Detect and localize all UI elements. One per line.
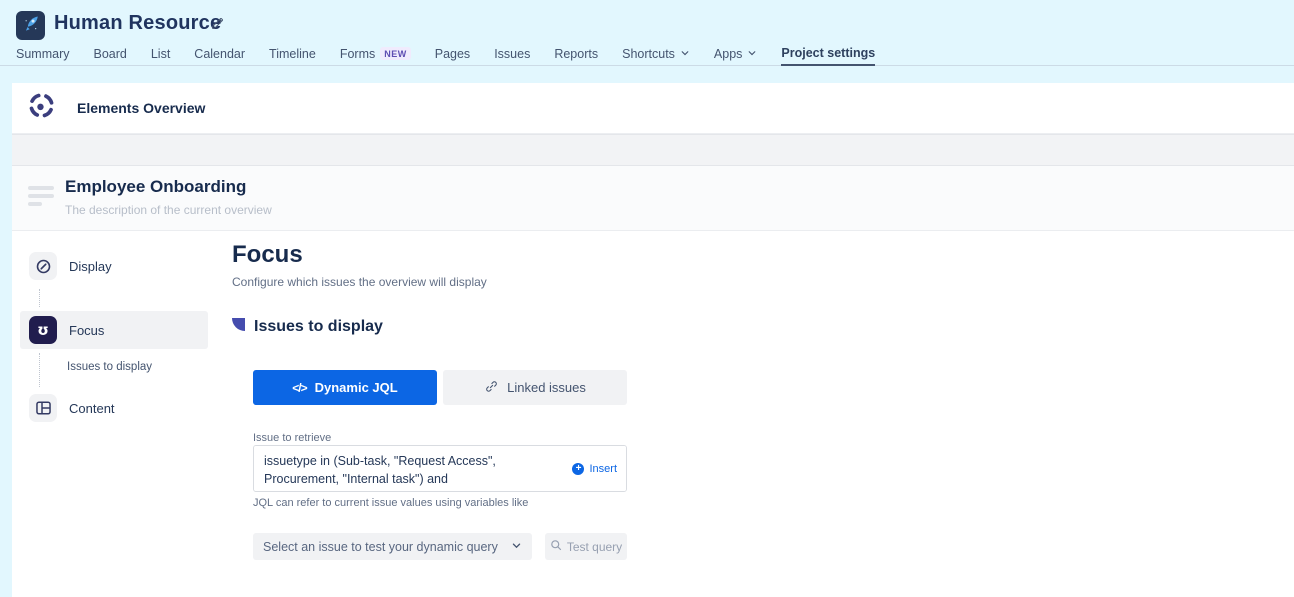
chevron-down-icon: [680, 47, 690, 61]
tab-apps[interactable]: Apps: [714, 41, 758, 66]
app-title: Elements Overview: [77, 100, 205, 116]
select-placeholder: Select an issue to test your dynamic que…: [263, 540, 511, 554]
section-title: Issues to display: [254, 318, 383, 336]
tab-label: Project settings: [781, 46, 875, 60]
app-header-row: Elements Overview: [12, 83, 1294, 134]
tab-forms[interactable]: Forms NEW: [340, 41, 411, 66]
overview-header-band: [12, 166, 1294, 231]
tab-reports[interactable]: Reports: [554, 41, 598, 66]
tab-pages[interactable]: Pages: [435, 41, 470, 66]
tab-list[interactable]: List: [151, 41, 170, 66]
page-left-strip: [0, 83, 12, 597]
tab-label: Board: [93, 47, 126, 61]
sidebar-subitem-issues-to-display[interactable]: Issues to display: [67, 361, 152, 373]
display-icon: [29, 252, 57, 280]
project-nav: Summary Board List Calendar Timeline For…: [0, 41, 1294, 66]
tab-label: Calendar: [194, 47, 245, 61]
insert-variable-button[interactable]: + Insert: [572, 463, 617, 475]
tab-label: Shortcuts: [622, 47, 675, 61]
tab-project-settings[interactable]: Project settings: [781, 41, 875, 66]
insert-label: Insert: [589, 463, 617, 475]
edit-project-icon[interactable]: [210, 17, 224, 36]
sidebar-connector: [39, 353, 40, 387]
test-issue-select[interactable]: Select an issue to test your dynamic que…: [253, 533, 532, 560]
rocket-icon: [21, 14, 40, 38]
focus-icon: ʊ: [29, 316, 57, 344]
test-query-label: Test query: [567, 540, 622, 554]
tab-label: Pages: [435, 47, 470, 61]
source-tab-group: </> Dynamic JQL Linked issues: [253, 370, 627, 405]
new-badge: NEW: [380, 47, 411, 60]
tab-label: Apps: [714, 47, 743, 61]
tab-label: Summary: [16, 47, 69, 61]
chevron-down-icon: [747, 47, 757, 61]
jql-field-label: Issue to retrieve: [253, 432, 331, 444]
tab-label: List: [151, 47, 170, 61]
tab-board[interactable]: Board: [93, 41, 126, 66]
tab-label: Linked issues: [507, 380, 586, 395]
project-title: Human Resource: [54, 12, 221, 35]
tab-summary[interactable]: Summary: [16, 41, 69, 66]
sidebar-item-focus[interactable]: ʊ Focus: [20, 311, 208, 349]
content-layout-icon: [29, 394, 57, 422]
code-icon: </>: [292, 381, 306, 395]
sidebar-item-content[interactable]: Content: [20, 389, 208, 427]
plus-circle-icon: +: [572, 463, 584, 475]
project-avatar[interactable]: [16, 11, 45, 40]
tab-label: Issues: [494, 47, 530, 61]
tab-linked-issues[interactable]: Linked issues: [443, 370, 627, 405]
elements-overview-icon: [28, 92, 55, 124]
tab-dynamic-jql[interactable]: </> Dynamic JQL: [253, 370, 437, 405]
tab-label: Timeline: [269, 47, 316, 61]
sidebar-connector: [39, 289, 40, 307]
tab-label: Dynamic JQL: [315, 380, 398, 395]
sidebar-item-label: Focus: [69, 323, 104, 338]
tab-timeline[interactable]: Timeline: [269, 41, 316, 66]
page-title: Focus: [232, 241, 303, 269]
sidebar-item-label: Display: [69, 259, 112, 274]
tab-issues[interactable]: Issues: [494, 41, 530, 66]
sidebar-item-label: Content: [69, 401, 115, 416]
link-icon: [484, 379, 499, 397]
tab-label: Reports: [554, 47, 598, 61]
test-query-button[interactable]: Test query: [545, 533, 627, 560]
section-bullet-icon: [232, 318, 245, 336]
jql-input[interactable]: issuetype in (Sub-task, "Request Access"…: [253, 445, 627, 492]
sidebar-item-display[interactable]: Display: [20, 247, 208, 285]
search-icon: [550, 538, 562, 556]
overview-description: The description of the current overview: [65, 203, 272, 217]
jql-field-wrapper: issuetype in (Sub-task, "Request Access"…: [253, 445, 627, 492]
tab-shortcuts[interactable]: Shortcuts: [622, 41, 690, 66]
tab-label: Forms: [340, 47, 375, 61]
tab-calendar[interactable]: Calendar: [194, 41, 245, 66]
chevron-down-icon: [511, 538, 522, 556]
page-subtitle: Configure which issues the overview will…: [232, 275, 487, 289]
drag-handle-icon[interactable]: [28, 186, 54, 206]
separator-band: [12, 134, 1294, 166]
overview-title: Employee Onboarding: [65, 177, 246, 197]
jql-helper-text: JQL can refer to current issue values us…: [253, 497, 528, 509]
